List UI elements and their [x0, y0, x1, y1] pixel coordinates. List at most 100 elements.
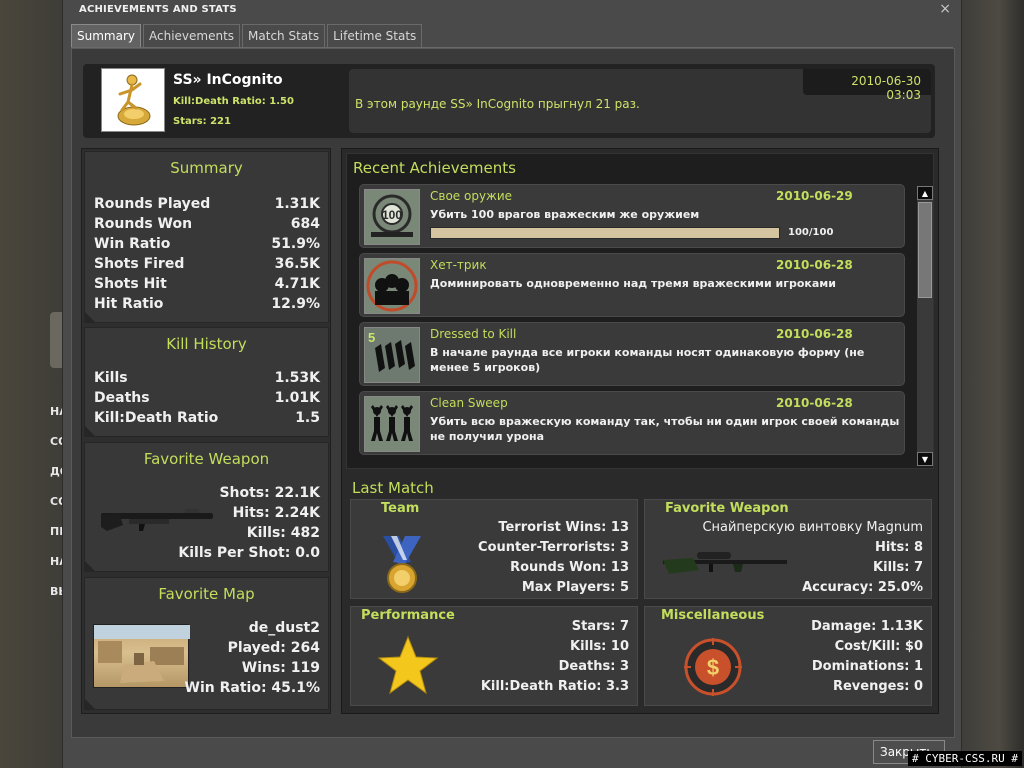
panel-corner	[85, 426, 95, 436]
achievement-desc: В начале раунда все игроки команды носят…	[430, 346, 865, 374]
dressed-to-kill-icon: 5	[364, 327, 420, 383]
favorite-map-panel: Favorite Map de_dust2 Played: 264 Wins: …	[84, 577, 329, 710]
stat-value: 684	[290, 216, 320, 232]
last-match-misc: Miscellaneous $ Damage: 1.13K Cost/Kill:…	[644, 606, 932, 706]
progress-fill	[431, 228, 779, 238]
tab-lifetime-stats[interactable]: Lifetime Stats	[327, 24, 423, 48]
stat-value: 1.5	[295, 410, 320, 426]
stat-label: Kills	[94, 370, 128, 386]
last-match-performance: Performance Stars: 7 Kills: 10 Deaths: 3…	[350, 606, 638, 706]
achievements-window: ACHIEVEMENTS AND STATS × Summary Achieve…	[62, 0, 962, 768]
weapon-stat: Hits: 8	[874, 540, 923, 555]
achievement-desc: Убить 100 врагов вражеским же оружием	[430, 208, 700, 221]
stats-column: Summary Rounds Played 1.31K Rounds Won 684…	[81, 148, 331, 714]
achievement-desc: Убить всю вражескую команду так, чтобы н…	[430, 415, 900, 443]
weapon-stat: Kills: 482	[246, 525, 320, 541]
achievement-progress-text: 100/100	[788, 227, 834, 238]
stat-row: Deaths 1.01K	[94, 390, 320, 410]
star-icon	[377, 635, 439, 699]
medal-icon	[377, 534, 427, 600]
achievement-name: Свое оружие	[430, 189, 513, 203]
weapon-stat: Kills Per Shot: 0.0	[178, 545, 320, 561]
stat-label: Rounds Played	[94, 196, 211, 212]
tab-match-stats[interactable]: Match Stats	[242, 24, 326, 48]
scroll-down-icon[interactable]: ▼	[917, 452, 933, 466]
achievement-name: Clean Sweep	[430, 396, 508, 410]
achievement-item[interactable]: Clean Sweep 2010-06-28 Убить всю вражеск…	[359, 391, 905, 455]
stat-row: Win Ratio 51.9%	[94, 236, 320, 256]
player-name: SS» InCognito	[173, 72, 283, 88]
stat-row: Shots Hit 4.71K	[94, 276, 320, 296]
scroll-thumb[interactable]	[918, 202, 932, 298]
stat-row: Rounds Played 1.31K	[94, 196, 320, 216]
shotgun-icon	[99, 505, 215, 539]
profile-header: SS» InCognito Kill:Death Ratio: 1.50 Sta…	[83, 64, 935, 138]
tab-summary[interactable]: Summary	[71, 24, 141, 48]
achievement-item[interactable]: 5 Dressed to Kill 2010-06-28 В начале ра…	[359, 322, 905, 386]
background-left-strip	[0, 0, 62, 768]
team-stat: Terrorist Wins: 13	[498, 520, 629, 535]
clean-sweep-icon	[364, 396, 420, 452]
svg-text:100: 100	[382, 208, 402, 222]
achievement-name: Dressed to Kill	[430, 327, 517, 341]
achievements-scrollbar[interactable]: ▲ ▼	[917, 186, 933, 466]
player-stars: Stars: 221	[173, 116, 231, 127]
stat-value: 1.31K	[274, 196, 320, 212]
round-message-box: 2010-06-30 03:03 В этом раунде SS» InCog…	[349, 69, 931, 133]
last-match-weapon: Favorite Weapon Снайперскую винтовку Mag…	[644, 499, 932, 599]
crosshair-100-icon: 100	[364, 189, 420, 245]
achievement-item[interactable]: Хет-трик 2010-06-28 Доминировать одновре…	[359, 253, 905, 317]
recent-column: Recent Achievements 100 Свое оружие 2010…	[341, 148, 939, 714]
stat-label: Shots Hit	[94, 276, 167, 292]
kill-history-title: Kill History	[166, 335, 247, 353]
team-stat: Counter-Terrorists: 3	[478, 540, 629, 555]
weapon-stat: Kills: 7	[873, 560, 923, 575]
tab-achievements[interactable]: Achievements	[143, 24, 241, 48]
stat-value: 51.9%	[271, 236, 320, 252]
achievement-item[interactable]: 100 Свое оружие 2010-06-29 Убить 100 вра…	[359, 184, 905, 248]
stat-label: Deaths	[94, 390, 150, 406]
last-match-team: Team Terrorist Wins: 13 Counter-Terroris…	[350, 499, 638, 599]
sniper-rifle-icon	[663, 550, 787, 580]
scroll-up-icon[interactable]: ▲	[917, 186, 933, 200]
misc-stat: Revenges: 0	[832, 679, 923, 694]
misc-stat: Dominations: 1	[811, 659, 923, 674]
performance-stat: Kills: 10	[570, 639, 629, 654]
stat-label: Shots Fired	[94, 256, 185, 272]
weapon-stat: Shots: 22.1K	[219, 485, 320, 501]
map-stat: Played: 264	[227, 640, 320, 656]
watermark: # CYBER-CSS.RU #	[908, 751, 1022, 766]
dollar-target-icon: $	[683, 637, 743, 701]
svg-text:$: $	[707, 655, 719, 680]
stat-value: 12.9%	[271, 296, 320, 312]
window-title: ACHIEVEMENTS AND STATS	[79, 4, 237, 15]
team-title: Team	[381, 501, 420, 516]
summary-panel: Summary Rounds Played 1.31K Rounds Won 684…	[84, 151, 329, 323]
stat-label: Hit Ratio	[94, 296, 164, 312]
map-thumbnail	[93, 624, 190, 688]
close-icon[interactable]: ×	[939, 1, 951, 17]
background-right-strip	[962, 0, 1024, 768]
map-stat: Wins: 119	[241, 660, 320, 676]
stat-value: 1.01K	[274, 390, 320, 406]
stat-row: Kill:Death Ratio 1.5	[94, 410, 320, 430]
misc-title: Miscellaneous	[661, 608, 765, 623]
performance-stat: Deaths: 3	[558, 659, 629, 674]
stat-row: Kills 1.53K	[94, 370, 320, 390]
round-message: В этом раунде SS» InCognito прыгнул 21 р…	[355, 97, 640, 111]
achievement-date: 2010-06-28	[776, 258, 853, 272]
team-stat: Rounds Won: 13	[510, 560, 629, 575]
weapon-stat: Accuracy: 25.0%	[802, 580, 923, 595]
panel-corner	[85, 699, 95, 709]
svg-text:5: 5	[368, 330, 375, 345]
summary-title: Summary	[170, 159, 243, 177]
achievement-date: 2010-06-29	[776, 189, 853, 203]
stat-label: Win Ratio	[94, 236, 171, 252]
stat-value: 1.53K	[274, 370, 320, 386]
team-stat: Max Players: 5	[521, 580, 629, 595]
achievement-desc: Доминировать одновременно над тремя враж…	[430, 277, 836, 290]
panel-corner	[85, 312, 95, 322]
map-stat: Win Ratio: 45.1%	[184, 680, 320, 696]
weapon-name: Снайперскую винтовку Magnum	[702, 520, 923, 535]
panel-corner	[85, 561, 95, 571]
